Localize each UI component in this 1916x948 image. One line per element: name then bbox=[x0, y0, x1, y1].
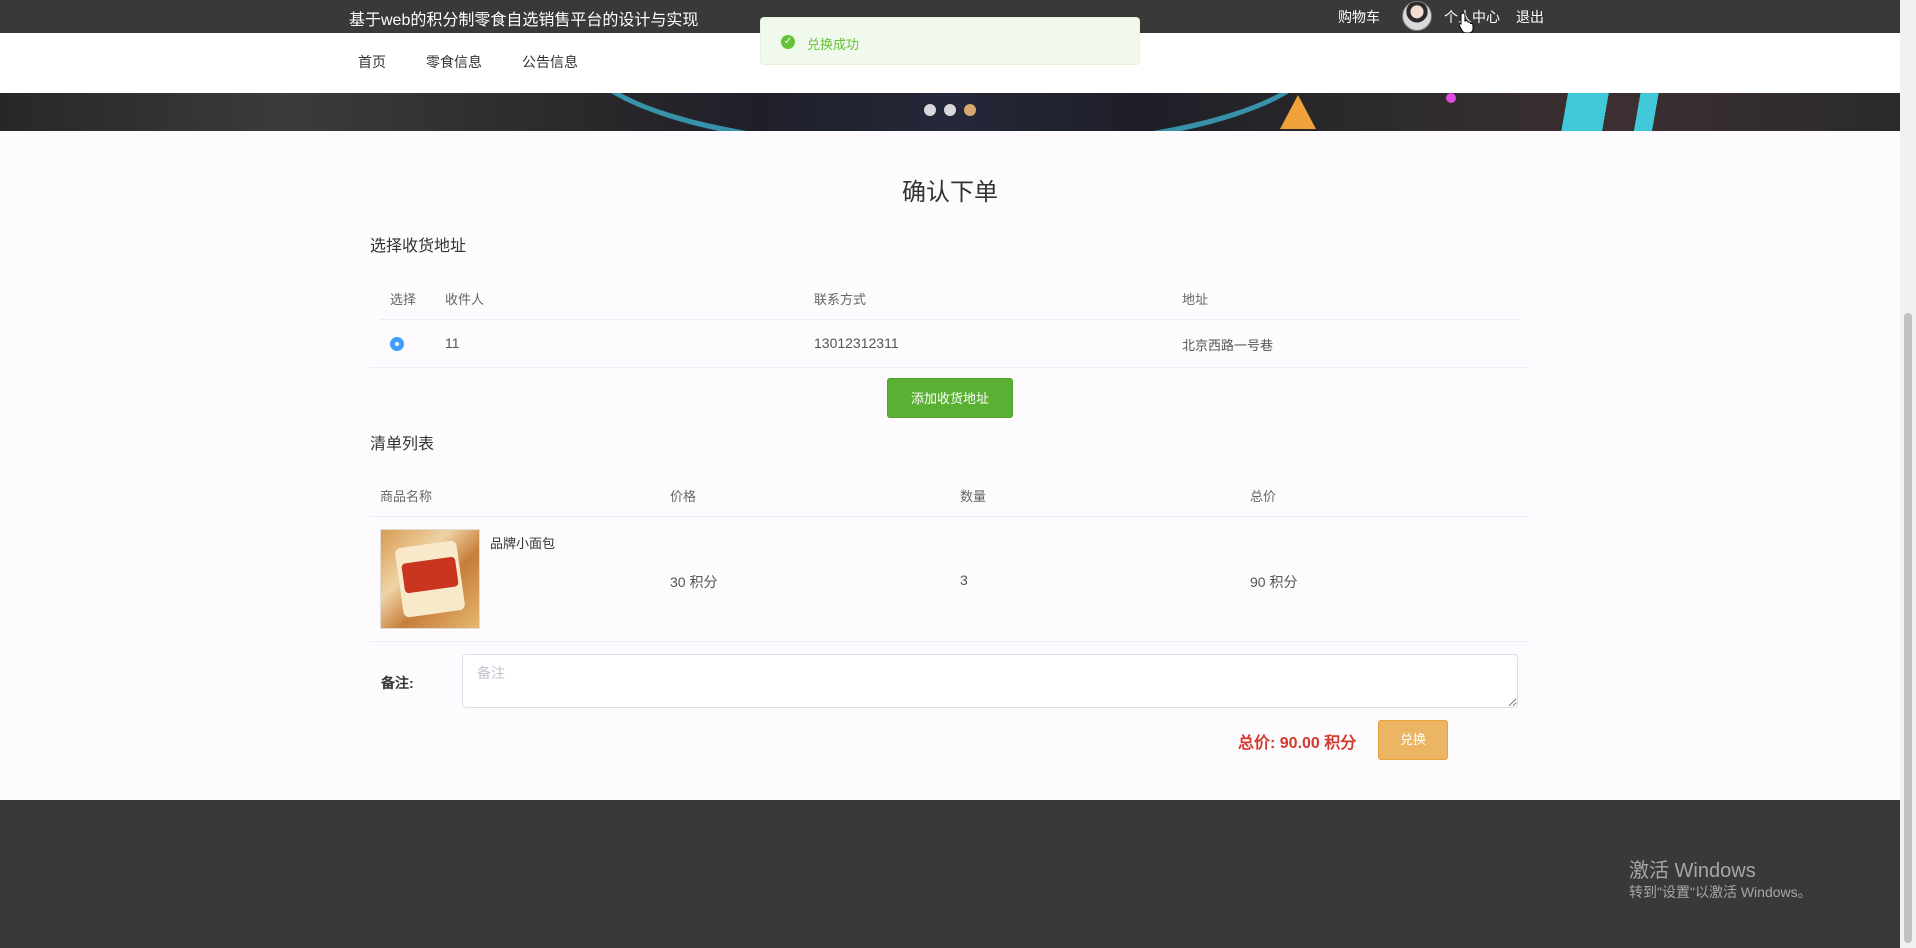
address-header-select: 选择 bbox=[390, 292, 417, 307]
divider bbox=[370, 367, 1530, 368]
banner-decoration bbox=[1500, 93, 1720, 131]
hand-cursor-icon bbox=[1458, 12, 1474, 34]
carousel-dot-active[interactable] bbox=[964, 104, 976, 116]
carousel-dot[interactable] bbox=[944, 104, 956, 116]
address-section-title: 选择收货地址 bbox=[370, 238, 467, 255]
page-title: 确认下单 bbox=[902, 179, 998, 206]
page-scrollbar[interactable] bbox=[1900, 0, 1916, 948]
add-address-button[interactable]: 添加收货地址 bbox=[887, 378, 1013, 418]
order-header-name: 商品名称 bbox=[380, 489, 433, 504]
remark-textarea[interactable] bbox=[462, 654, 1518, 708]
check-circle-icon: ✓ bbox=[781, 35, 795, 49]
windows-activation-hint: 转到"设置"以激活 Windows。 bbox=[1629, 884, 1812, 900]
address-header-phone: 联系方式 bbox=[814, 292, 867, 307]
exchange-button[interactable]: 兑换 bbox=[1378, 720, 1448, 760]
order-header-total: 总价 bbox=[1250, 489, 1277, 504]
order-section-title: 清单列表 bbox=[370, 436, 435, 453]
address-header-address: 地址 bbox=[1182, 292, 1209, 307]
success-toast: ✓ 兑换成功 bbox=[760, 17, 1140, 65]
order-header-quantity: 数量 bbox=[960, 489, 987, 504]
product-price: 30 积分 bbox=[670, 574, 718, 590]
address-header-recipient: 收件人 bbox=[445, 292, 485, 307]
banner-decoration bbox=[1280, 95, 1316, 129]
divider bbox=[370, 641, 1530, 642]
cart-link[interactable]: 购物车 bbox=[1338, 7, 1380, 27]
user-avatar[interactable] bbox=[1402, 1, 1432, 31]
address-phone: 13012312311 bbox=[814, 335, 899, 351]
divider bbox=[380, 319, 1520, 320]
address-radio[interactable] bbox=[390, 337, 404, 351]
nav-notices[interactable]: 公告信息 bbox=[522, 52, 578, 72]
site-title: 基于web的积分制零食自选销售平台的设计与实现 bbox=[349, 12, 699, 29]
nav-snacks[interactable]: 零食信息 bbox=[426, 52, 482, 72]
scrollbar-thumb[interactable] bbox=[1904, 313, 1912, 943]
carousel-dot[interactable] bbox=[924, 104, 936, 116]
product-name[interactable]: 品牌小面包 bbox=[490, 533, 555, 552]
address-recipient: 11 bbox=[445, 335, 460, 351]
logout-link[interactable]: 退出 bbox=[1516, 7, 1544, 27]
carousel-indicators bbox=[924, 104, 976, 116]
product-image[interactable] bbox=[380, 529, 480, 629]
product-subtotal: 90 积分 bbox=[1250, 574, 1298, 590]
order-total: 总价: 90.00 积分 bbox=[1238, 735, 1357, 752]
toast-message: 兑换成功 bbox=[807, 37, 860, 52]
address-text: 北京西路一号巷 bbox=[1182, 338, 1274, 353]
remark-label: 备注: bbox=[381, 675, 414, 691]
nav-home[interactable]: 首页 bbox=[358, 52, 386, 72]
order-header-price: 价格 bbox=[670, 489, 697, 504]
banner-carousel bbox=[0, 93, 1900, 131]
footer: 激活 Windows 转到"设置"以激活 Windows。 bbox=[0, 800, 1900, 948]
windows-activation-title: 激活 Windows bbox=[1629, 860, 1756, 882]
divider bbox=[370, 516, 1530, 517]
banner-decoration bbox=[1446, 93, 1456, 103]
product-quantity: 3 bbox=[960, 572, 968, 588]
